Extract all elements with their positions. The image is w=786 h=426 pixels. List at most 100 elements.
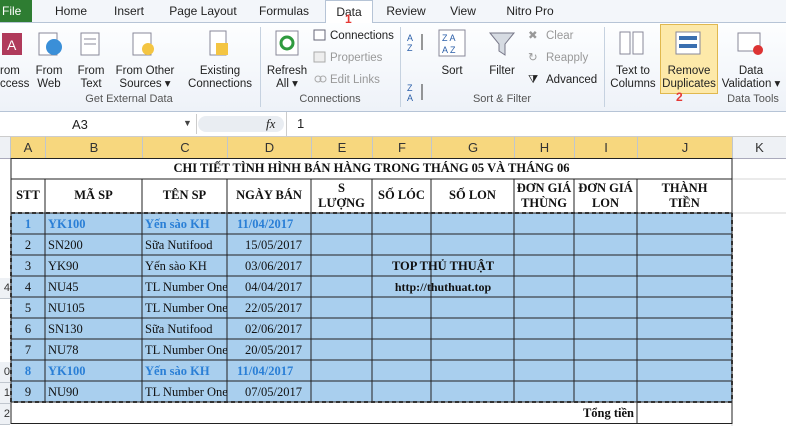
- sort-button[interactable]: Sort: [434, 65, 470, 78]
- column-header-f[interactable]: F: [373, 137, 432, 158]
- table-cell[interactable]: 20/05/2017: [245, 343, 302, 358]
- table-cell[interactable]: 03/06/2017: [245, 259, 302, 274]
- worksheet-grid[interactable]: 4 0 1 2 CHI TIẾT TÌNH HÌNH BÁN HÀNG TRON…: [0, 158, 786, 426]
- column-header-k[interactable]: K: [733, 137, 786, 158]
- table-cell[interactable]: 11/04/2017: [237, 217, 293, 232]
- table-cell[interactable]: NU105: [48, 301, 85, 316]
- edit-links-button[interactable]: Edit Links: [330, 73, 380, 87]
- chevron-down-icon[interactable]: ▼: [183, 118, 192, 128]
- column-header-j[interactable]: J: [638, 137, 733, 158]
- table-cell[interactable]: SN130: [48, 322, 83, 337]
- name-box[interactable]: A3 ▼: [0, 114, 197, 134]
- column-header-i[interactable]: I: [575, 137, 638, 158]
- svg-text:A: A: [7, 37, 17, 53]
- table-cell[interactable]: SN200: [48, 238, 83, 253]
- reapply-button[interactable]: Reapply: [546, 51, 588, 65]
- from-access-button[interactable]: rom ccess: [0, 65, 29, 91]
- existing-connections-button[interactable]: Existing Connections: [184, 65, 256, 91]
- table-cell[interactable]: 07/05/2017: [245, 385, 302, 400]
- from-web-button[interactable]: From Web: [30, 65, 68, 91]
- edit-links-icon: [314, 75, 327, 83]
- sort-icon: Z A A Z: [438, 29, 466, 57]
- tab-nitro-pro[interactable]: Nitro Pro: [499, 0, 561, 22]
- table-cell[interactable]: Sữa Nutifood: [145, 322, 213, 337]
- separator: [260, 27, 261, 107]
- row-header[interactable]: 2: [0, 404, 10, 425]
- data-validation-button[interactable]: Data Validation ▾: [718, 65, 784, 91]
- svg-text:Z: Z: [407, 43, 413, 53]
- text-to-columns-icon: [619, 31, 644, 55]
- header-ma-sp: MÃ SP: [74, 188, 113, 202]
- svg-text:Z A: Z A: [442, 33, 456, 43]
- table-cell[interactable]: 15/05/2017: [245, 238, 302, 253]
- row-header[interactable]: 1: [0, 383, 10, 404]
- table-cell[interactable]: TL Number One: [145, 385, 227, 400]
- table-cell[interactable]: YK100: [48, 364, 86, 379]
- watermark-url: http://thuthuat.top: [394, 280, 492, 294]
- table-cell[interactable]: YK100: [48, 217, 86, 232]
- table-cell[interactable]: 9: [11, 385, 45, 400]
- text-to-columns-button[interactable]: Text to Columns: [608, 65, 658, 91]
- remove-duplicates-button[interactable]: Remove Duplicates: [660, 65, 718, 91]
- tab-page-layout[interactable]: Page Layout: [166, 0, 240, 22]
- tab-view[interactable]: View: [445, 0, 481, 22]
- function-icon[interactable]: fx: [266, 116, 275, 132]
- connections-button[interactable]: Connections: [330, 29, 394, 43]
- from-text-button[interactable]: From Text: [72, 65, 110, 91]
- from-other-sources-button[interactable]: From Other Sources ▾: [112, 65, 178, 91]
- column-header-h[interactable]: H: [515, 137, 575, 158]
- table-cell[interactable]: Sữa Nutifood: [145, 238, 213, 253]
- formula-bar-controls: fx: [198, 116, 284, 132]
- table-cell[interactable]: 8: [11, 364, 45, 379]
- column-header-a[interactable]: A: [11, 137, 46, 158]
- table-cell[interactable]: NU90: [48, 385, 79, 400]
- table-cell[interactable]: 02/06/2017: [245, 322, 302, 337]
- header-so-lon: SỐ LON: [449, 188, 496, 202]
- row-header[interactable]: 0: [0, 362, 10, 383]
- table-cell[interactable]: TL Number One: [145, 280, 227, 295]
- table-cell[interactable]: NU45: [48, 280, 79, 295]
- tab-home[interactable]: Home: [50, 0, 92, 22]
- table-cell[interactable]: Yến sào KH: [145, 217, 210, 232]
- table-cell[interactable]: TL Number One: [145, 301, 227, 316]
- properties-icon: [313, 51, 326, 63]
- table-cell[interactable]: 22/05/2017: [245, 301, 302, 316]
- table-cell[interactable]: 2: [11, 238, 45, 253]
- table-cell[interactable]: TL Number One: [145, 343, 227, 358]
- column-header-b[interactable]: B: [46, 137, 143, 158]
- filter-button[interactable]: Filter: [482, 65, 522, 78]
- annotation-two: 2: [676, 90, 683, 104]
- total-label: Tổng tiền: [582, 406, 634, 420]
- column-header-c[interactable]: C: [143, 137, 228, 158]
- table-cell[interactable]: 5: [11, 301, 45, 316]
- svg-text:A Z: A Z: [442, 45, 456, 55]
- clear-button[interactable]: Clear: [546, 29, 573, 43]
- advanced-filter-button[interactable]: Advanced: [546, 73, 597, 87]
- table-cell[interactable]: 11/04/2017: [237, 364, 293, 379]
- table-cell[interactable]: YK90: [48, 259, 79, 274]
- select-all-corner[interactable]: [0, 137, 11, 158]
- table-cell[interactable]: 04/04/2017: [245, 280, 302, 295]
- table-cell[interactable]: Yến sào KH: [145, 259, 207, 274]
- table-cell[interactable]: NU78: [48, 343, 79, 358]
- tab-review[interactable]: Review: [383, 0, 429, 22]
- properties-button[interactable]: Properties: [330, 51, 382, 65]
- table-cell[interactable]: Yến sào KH: [145, 364, 210, 379]
- separator: [604, 27, 605, 107]
- formula-input[interactable]: 1: [286, 112, 786, 136]
- refresh-all-button[interactable]: Refresh All ▾: [264, 65, 310, 91]
- table-cell[interactable]: 3: [11, 259, 45, 274]
- access-icon: A: [2, 33, 22, 55]
- tab-file[interactable]: File: [0, 0, 32, 22]
- table-cell[interactable]: 6: [11, 322, 45, 337]
- tab-formulas[interactable]: Formulas: [255, 0, 313, 22]
- table-cell[interactable]: 1: [11, 217, 45, 232]
- column-header-e[interactable]: E: [312, 137, 373, 158]
- tab-insert[interactable]: Insert: [108, 0, 150, 22]
- column-header-d[interactable]: D: [228, 137, 312, 158]
- column-header-g[interactable]: G: [432, 137, 515, 158]
- header-stt: STT: [16, 188, 40, 202]
- row-header[interactable]: 4: [0, 278, 10, 299]
- table-cell[interactable]: 4: [11, 280, 45, 295]
- table-cell[interactable]: 7: [11, 343, 45, 358]
